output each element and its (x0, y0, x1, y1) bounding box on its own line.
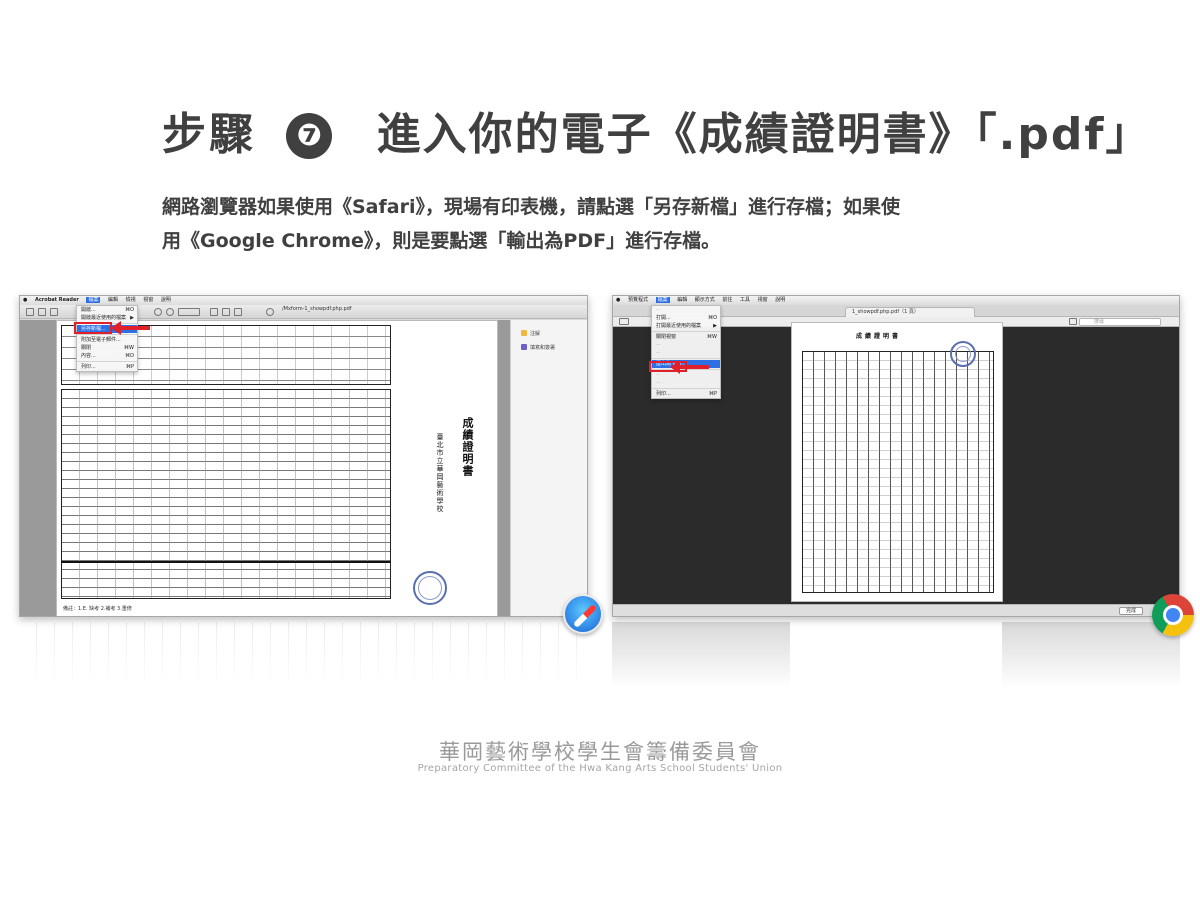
step-number-badge: ❼ (286, 113, 333, 159)
acrobat-side-panel: 注解 填寫和簽署 (510, 320, 587, 616)
menu-item-properties[interactable]: 內容... ⌘D (77, 352, 137, 360)
export-pdf-arrow (670, 360, 709, 374)
mac-menubar: ● Acrobat Reader 檔案 編輯 檢視 視窗 說明 (20, 296, 587, 305)
summary-table (61, 561, 391, 599)
safari-acrobat-screenshot: ● Acrobat Reader 檔案 編輯 檢視 視窗 說明 /Mxform-… (19, 295, 588, 617)
menu-item-recent[interactable]: 開啟最近使用的檔案 ▶ (77, 314, 137, 322)
hand-tool-icon[interactable] (222, 308, 230, 316)
menu-item-recent-right[interactable]: 打開最近使用的檔案 ▶ (652, 322, 720, 330)
chrome-icon (1152, 594, 1194, 636)
menu-help[interactable]: 說明 (161, 297, 171, 303)
save-as-highlight (74, 322, 112, 334)
save-icon[interactable] (38, 308, 46, 316)
menu-window[interactable]: 視窗 (143, 297, 153, 303)
instruction-line-1: 網路瀏覽器如果使用《Safari》，現場有印表機，請點選「另存新檔」進行存檔；如… (162, 196, 900, 218)
footer-org-en: Preparatory Committee of the Hwa Kang Ar… (417, 763, 783, 774)
school-seal (413, 571, 447, 605)
right-reflection (612, 622, 1180, 694)
right-gutter (498, 320, 510, 616)
menu-item-open-right[interactable]: 打開... ⌘O (652, 314, 720, 322)
done-button[interactable]: 完成 (1119, 607, 1143, 615)
sidebar-toggle-icon[interactable] (619, 318, 629, 325)
side-fill-sign-tool[interactable]: 填寫和簽署 (521, 344, 555, 351)
menu-item-print-right[interactable]: 列印... ⌘P (652, 390, 720, 398)
comment-tool-icon (521, 330, 527, 336)
save-as-arrow (111, 321, 150, 335)
menu-go[interactable]: 前往 (722, 297, 732, 303)
menu-tools[interactable]: 工具 (740, 297, 750, 303)
mac-menubar-right: ● 預覽程式 檔案 編輯 顯示方式 前往 工具 視窗 說明 (613, 296, 1179, 305)
step-label: 步驟 (162, 109, 256, 160)
menu-item-print[interactable]: 列印... ⌘P (77, 363, 137, 371)
footer-org-cn: 華岡藝術學校學生會籌備委員會 (439, 740, 761, 764)
apple-icon: ● (23, 297, 28, 303)
document-tab[interactable]: 1_showpdf.php.pdf（1 頁） (845, 307, 975, 317)
preview-bottom-bar: 完成 (613, 604, 1179, 616)
side-comment-tool[interactable]: 注解 (521, 330, 540, 337)
menu-item-placeholder-2[interactable]: ⋯ (652, 349, 720, 357)
menu-preview[interactable]: 預覽程式 (628, 297, 648, 303)
rotated-grades-table (802, 351, 994, 593)
document-title: 成績證明書 (461, 417, 474, 477)
menu-item-placeholder-1[interactable]: ⋯ (652, 341, 720, 349)
window-title: /Mxform-1_showpdf.php.pdf (282, 306, 352, 312)
zoom-select[interactable] (178, 308, 200, 316)
select-tool-icon[interactable] (210, 308, 218, 316)
menu-window-right[interactable]: 視窗 (758, 297, 768, 303)
left-reflection (19, 622, 588, 694)
transcript-page-right[interactable]: 成績證明書 (791, 322, 1003, 602)
menu-view-right[interactable]: 顯示方式 (695, 297, 715, 303)
file-menu-dropdown-right: ⋯ 打開...⌘O 打開最近使用的檔案▶ 關閉視窗⌘W ⋯ ⋯ 匯出為 PDF.… (651, 305, 721, 399)
menu-file[interactable]: 檔案 (86, 297, 101, 303)
page-title: 步驟 ❼ 進入你的電子《成績證明書》「.pdf」 (162, 98, 1152, 162)
school-name: 臺北市立華岡藝術學校 (436, 433, 444, 513)
markup-icon[interactable] (1069, 318, 1077, 325)
home-icon[interactable] (26, 308, 34, 316)
menu-item-close-window[interactable]: 關閉視窗 ⌘W (652, 333, 720, 341)
menu-edit[interactable]: 編輯 (108, 297, 118, 303)
menu-item-attach-email[interactable]: 附加至電子郵件... (77, 336, 137, 344)
menu-item-new[interactable]: ⋯ (652, 306, 720, 314)
print-icon[interactable] (50, 308, 58, 316)
apple-icon-right: ● (616, 297, 621, 303)
menu-item-close[interactable]: 關閉 ⌘W (77, 344, 137, 352)
search-input[interactable]: 搜尋 (1079, 318, 1161, 326)
menu-file-right[interactable]: 檔案 (655, 297, 670, 303)
step-title: 進入你的電子《成績證明書》「.pdf」 (376, 109, 1152, 160)
instruction-line-2: 用《Google Chrome》，則是要點選「輸出為PDF」進行存檔。 (162, 230, 721, 252)
fill-sign-icon (521, 344, 527, 350)
school-seal-right (950, 341, 976, 367)
menu-view[interactable]: 檢視 (126, 297, 136, 303)
menu-edit-right[interactable]: 編輯 (677, 297, 687, 303)
menu-help-right[interactable]: 說明 (775, 297, 785, 303)
chrome-preview-screenshot: ● 預覽程式 檔案 編輯 顯示方式 前往 工具 視窗 說明 1_showpdf.… (612, 295, 1180, 617)
menu-item-placeholder-4[interactable]: ⋯ (652, 379, 720, 387)
menu-item-open[interactable]: 開啟... ⌘O (77, 306, 137, 314)
file-menu-dropdown: 開啟...⌘O 開啟最近使用的檔案▶ 另存新檔...⌘S 附加至電子郵件... … (76, 305, 138, 372)
app-name: Acrobat Reader (34, 297, 79, 303)
document-title-right: 成績證明書 (856, 333, 902, 340)
menu-item-placeholder-3[interactable]: ⋯ (652, 371, 720, 379)
left-gutter (20, 320, 56, 616)
zoom-out-icon[interactable] (154, 308, 162, 316)
instructions: 網路瀏覽器如果使用《Safari》，現場有印表機，請點選「另存新檔」進行存檔；如… (162, 190, 1062, 258)
fit-page-icon[interactable] (234, 308, 242, 316)
comment-icon[interactable] (266, 308, 274, 316)
document-footer: 備註：1.E. 缺考 2.補考 3.重修 (63, 606, 132, 612)
zoom-in-icon[interactable] (166, 308, 174, 316)
safari-icon (563, 594, 603, 634)
